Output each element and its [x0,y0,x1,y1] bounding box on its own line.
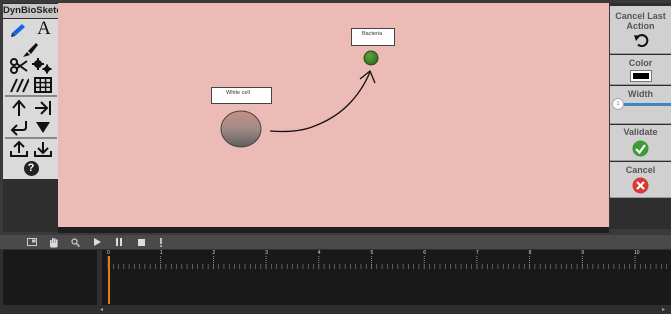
color-swatch[interactable] [629,70,652,82]
help-button[interactable]: ? [20,159,42,177]
hatch-icon[interactable] [8,76,30,94]
pencil-icon[interactable] [7,22,29,40]
download-icon[interactable] [32,140,54,158]
ruler-label: 4 [317,250,321,256]
ruler-label: 2 [212,250,216,256]
tool-palette: A ? [3,18,59,179]
timeline-ruler[interactable]: 0 1 2 3 4 5 6 7 8 9 10 [102,250,671,305]
triangle-down-icon[interactable] [32,118,54,136]
arrow-up-icon[interactable] [8,99,30,117]
scissors-icon[interactable] [8,57,30,75]
arrow-path[interactable] [269,71,371,133]
drawing-canvas[interactable]: White cell Bacteria [58,3,609,227]
width-slider-track[interactable] [618,103,671,106]
ruler-label: 10 [634,250,640,256]
grid-icon[interactable] [32,76,54,94]
validate-label: Validate [623,127,658,137]
validate-button[interactable]: Validate [610,125,671,161]
pause-icon[interactable] [113,235,125,249]
text-tool-button[interactable]: A [33,18,55,39]
help-icon: ? [23,160,39,176]
canvas-scroll-strip [58,227,609,233]
left-toolbar: DynBioSketch A ? [3,3,68,232]
scroll-right-icon[interactable]: ▸ [662,306,670,313]
ruler-label: 7 [475,250,479,256]
cancel-button[interactable]: Cancel [610,162,671,198]
marker-icon[interactable] [156,235,166,249]
undo-icon [633,34,648,47]
timeline-toolbar [0,235,671,249]
width-slider-handle[interactable]: 1 [612,98,624,110]
upload-icon[interactable] [8,140,30,158]
cancel-last-action-label: Cancel Last Action [615,11,666,31]
play-icon[interactable] [91,235,103,249]
track-labels-panel [3,250,97,305]
text-icon: A [37,18,51,39]
toolbar-divider [5,137,57,139]
arrow-right-bar-icon[interactable] [32,99,54,117]
image-icon[interactable] [26,235,38,249]
hand-icon[interactable] [48,235,60,249]
color-label: Color [628,58,653,68]
cancel-label: Cancel [625,165,656,175]
zoom-icon[interactable] [69,235,81,249]
playhead[interactable] [108,256,110,304]
scroll-left-icon[interactable]: ◂ [100,306,108,313]
checkmark-icon [632,140,649,157]
white-cell-shape[interactable] [220,110,262,148]
ruler-label: 0 [107,250,110,256]
cancel-last-action-button[interactable]: Cancel Last Action [610,6,671,54]
canvas-drawing [220,50,379,148]
app-window: DynBioSketch A ? White cell Bacteria Can… [0,0,671,314]
arrow-return-left-icon[interactable] [8,118,30,136]
right-panel: Cancel Last Action Color Width 1 Validat… [610,3,671,229]
toolbar-divider [5,95,57,97]
ruler-label: 3 [265,250,268,256]
app-title: DynBioSketch [3,4,68,18]
color-section: Color [610,55,671,85]
ruler-label: 1 [159,250,163,256]
gears-icon[interactable] [31,57,53,75]
width-section: Width 1 [610,86,671,124]
close-icon [632,177,649,194]
stop-icon[interactable] [135,235,147,249]
ruler-ticks [107,256,667,269]
ruler-label: 8 [528,250,532,256]
ruler-label: 6 [423,250,426,256]
ruler-label: 9 [581,250,585,256]
ruler-label: 5 [370,250,374,256]
bacteria-shape[interactable] [363,50,379,66]
